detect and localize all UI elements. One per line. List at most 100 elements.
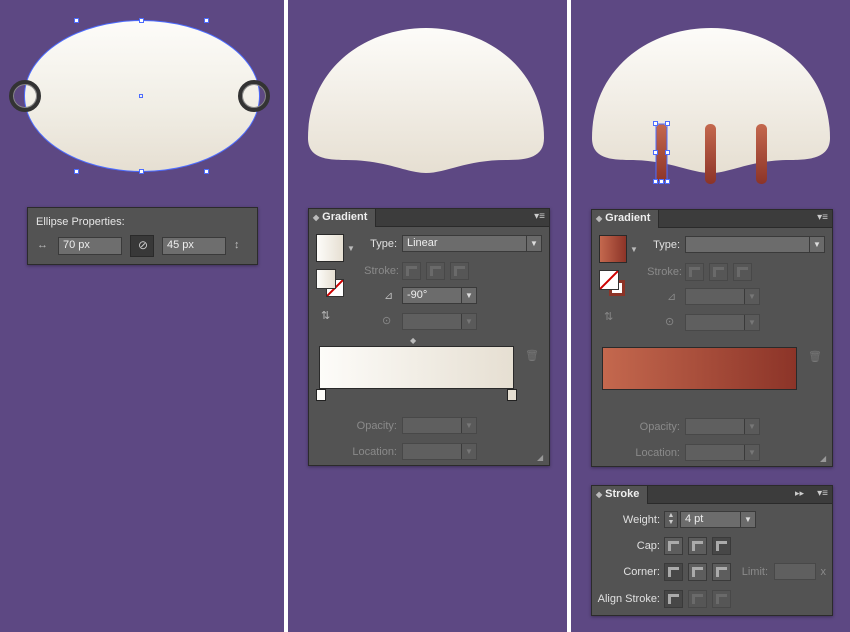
reverse-gradient-icon[interactable]: ⇅ — [321, 309, 330, 322]
leg-selection-handle[interactable] — [659, 179, 664, 184]
fill-stroke-swatch[interactable] — [599, 270, 627, 298]
weight-stepper[interactable]: ▲ ▼ — [664, 511, 678, 528]
stroke-gradient-within-button[interactable] — [685, 263, 704, 281]
round-join-button[interactable] — [688, 563, 707, 581]
leg-selection-handle[interactable] — [665, 179, 670, 184]
panel-menu-icon[interactable]: ▾≡ — [817, 212, 828, 223]
stroke-label: Stroke: — [364, 265, 399, 277]
projecting-cap-icon — [716, 541, 727, 551]
highlight-ring-right — [238, 80, 270, 112]
cream-dome-shape[interactable] — [306, 28, 546, 176]
align-inside-icon — [692, 594, 703, 604]
selection-handle[interactable] — [204, 18, 209, 23]
location-label: Location: — [635, 447, 680, 459]
gradient-stop-left[interactable] — [316, 389, 326, 401]
panel-menu-icon[interactable]: ▾≡ — [817, 488, 828, 499]
swatch-dropdown-icon[interactable]: ▼ — [347, 244, 355, 253]
fill-swatch — [316, 269, 336, 289]
stroke-gradient-along-button[interactable] — [426, 262, 445, 280]
bevel-join-button[interactable] — [712, 563, 731, 581]
collapse-arrows-icon: ◆ — [596, 490, 603, 499]
leg-selection-handle[interactable] — [653, 121, 658, 126]
opacity-input[interactable]: ▼ — [402, 417, 477, 434]
align-stroke-center-button[interactable] — [664, 590, 683, 608]
width-arrows-icon: ↔ — [37, 239, 48, 251]
gradient-swatch[interactable] — [316, 234, 344, 262]
tab-label: Gradient — [605, 212, 651, 224]
midpoint-diamond-icon[interactable]: ◆ — [410, 336, 416, 345]
selection-handle[interactable] — [74, 18, 79, 23]
leg-selection-handle[interactable] — [653, 179, 658, 184]
angle-input[interactable]: ▼ — [685, 288, 760, 305]
corner-label: Corner: — [623, 566, 660, 578]
weight-value: 4 pt — [685, 513, 704, 525]
selection-handle[interactable] — [74, 169, 79, 174]
stroke-gradient-within-button[interactable] — [402, 262, 421, 280]
gradient-tab[interactable]: ◆ Gradient — [592, 210, 660, 228]
cream-dome-shape-with-legs[interactable] — [590, 28, 832, 188]
butt-cap-button[interactable] — [664, 537, 683, 555]
projecting-cap-button[interactable] — [712, 537, 731, 555]
angle-input[interactable]: -90° ▼ — [402, 287, 477, 304]
limit-label: Limit: — [741, 566, 768, 578]
chevron-down-icon: ▼ — [461, 418, 476, 433]
opacity-input[interactable]: ▼ — [685, 418, 760, 435]
stroke-gradient-across-button[interactable] — [450, 262, 469, 280]
stroke-gradient-along-button[interactable] — [709, 263, 728, 281]
trash-icon[interactable]: 🗑 — [808, 350, 822, 363]
aspect-ratio-input[interactable]: ▼ — [685, 314, 760, 331]
reverse-gradient-icon[interactable]: ⇅ — [604, 310, 613, 323]
swatch-dropdown-icon[interactable]: ▼ — [630, 245, 638, 254]
gradient-swatch[interactable] — [599, 235, 627, 263]
stroke-gradient-across-button[interactable] — [733, 263, 752, 281]
miter-join-button[interactable] — [664, 563, 683, 581]
leg-selection-handle[interactable] — [665, 121, 670, 126]
type-select[interactable]: ▼ — [685, 236, 825, 253]
resize-grip-icon[interactable]: ◢ — [820, 454, 826, 463]
stroke-tab[interactable]: ◆ Stroke — [592, 486, 649, 504]
selection-handle[interactable] — [204, 169, 209, 174]
align-stroke-outside-button[interactable] — [712, 590, 731, 608]
selection-handle[interactable] — [139, 18, 144, 23]
width-input[interactable]: 70 px — [58, 237, 122, 255]
constrain-proportions-button[interactable]: ⊘ — [130, 235, 154, 257]
gradient-panel-2: ◆ Gradient ▾≡ ▼ Type: ▼ Stroke: ⇅ ⊿ ▼ ⊙ ▼… — [591, 209, 833, 467]
resize-grip-icon[interactable]: ◢ — [537, 453, 543, 462]
opacity-label: Opacity: — [356, 420, 397, 432]
trash-icon[interactable]: 🗑 — [525, 349, 539, 362]
gradient-stop-right[interactable] — [507, 389, 517, 401]
gradient-tab[interactable]: ◆ Gradient — [309, 209, 377, 227]
height-input[interactable]: 45 px — [162, 237, 226, 255]
limit-input[interactable] — [774, 563, 816, 580]
round-cap-button[interactable] — [688, 537, 707, 555]
fill-none-icon — [599, 270, 619, 290]
aspect-ratio-icon: ⊙ — [665, 316, 675, 328]
limit-suffix: x — [820, 566, 827, 578]
fill-stroke-swatch[interactable] — [316, 269, 344, 297]
collapse-arrows-icon: ◆ — [313, 213, 320, 222]
location-input[interactable]: ▼ — [402, 443, 477, 460]
opacity-label: Opacity: — [639, 421, 680, 433]
butt-cap-icon — [668, 541, 679, 551]
bevel-join-icon — [716, 567, 727, 577]
leg-selection-handle[interactable] — [653, 150, 658, 155]
location-input[interactable]: ▼ — [685, 444, 760, 461]
highlight-ring-left — [9, 80, 41, 112]
weight-input[interactable]: 4 pt ▼ — [680, 511, 756, 528]
chevron-down-icon: ▼ — [526, 236, 541, 251]
stroke-label: Stroke: — [647, 266, 682, 278]
gradient-slider-bar[interactable] — [602, 347, 797, 390]
angle-value: -90° — [407, 289, 428, 301]
type-select[interactable]: Linear ▼ — [402, 235, 542, 252]
cap-label: Cap: — [636, 540, 660, 552]
type-value: Linear — [407, 237, 438, 249]
round-cap-icon — [692, 541, 703, 551]
chevron-down-icon: ▼ — [744, 445, 759, 460]
aspect-ratio-input[interactable]: ▼ — [402, 313, 477, 330]
leg-selection-handle[interactable] — [665, 150, 670, 155]
align-stroke-inside-button[interactable] — [688, 590, 707, 608]
gradient-slider-bar[interactable] — [319, 346, 514, 389]
panel-menu-icon[interactable]: ▾≡ — [534, 211, 545, 222]
selection-handle[interactable] — [139, 169, 144, 174]
expand-panel-icon[interactable]: ▸▸ — [795, 488, 804, 499]
